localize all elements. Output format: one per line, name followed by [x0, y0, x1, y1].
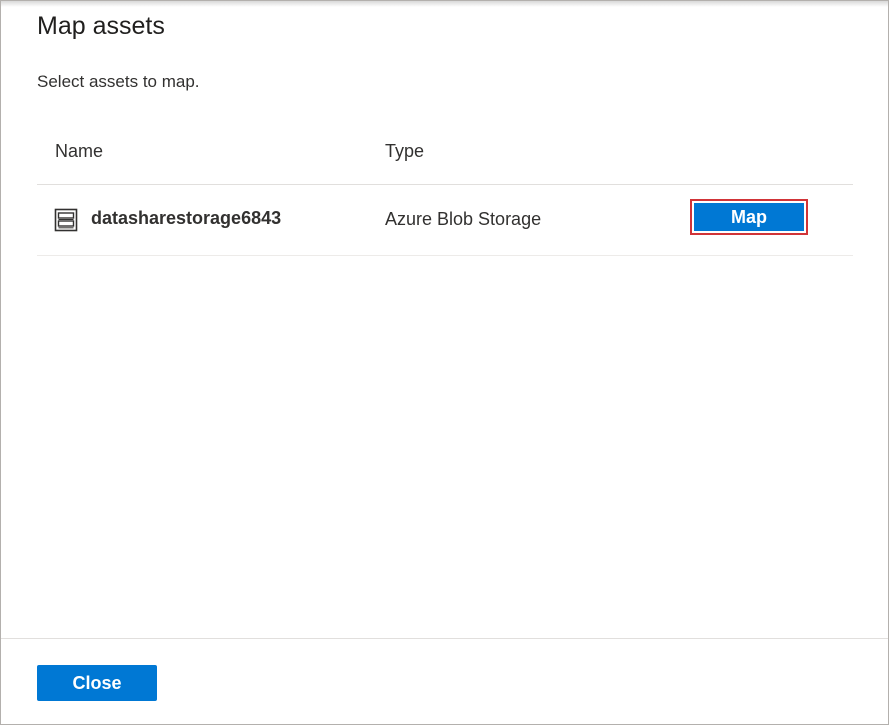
map-button-highlight: Map	[690, 199, 808, 235]
map-assets-dialog: Map assets Select assets to map. Name Ty…	[0, 0, 889, 725]
dialog-title: Map assets	[37, 12, 165, 40]
close-button[interactable]: Close	[37, 665, 157, 701]
map-button[interactable]: Map	[694, 203, 804, 231]
column-header-name[interactable]: Name	[55, 141, 103, 162]
dialog-footer: Close	[1, 638, 888, 724]
assets-table: Name Type datasharestorage6843 Azure Blo…	[37, 119, 853, 256]
asset-name: datasharestorage6843	[91, 208, 282, 228]
table-header: Name Type	[37, 119, 853, 185]
column-header-type[interactable]: Type	[385, 141, 424, 162]
dialog-subtitle: Select assets to map.	[37, 72, 200, 91]
storage-icon	[54, 208, 78, 232]
dialog-top-shade	[1, 1, 888, 7]
asset-type: Azure Blob Storage	[385, 209, 542, 229]
table-row: datasharestorage6843 Azure Blob Storage …	[37, 185, 853, 256]
